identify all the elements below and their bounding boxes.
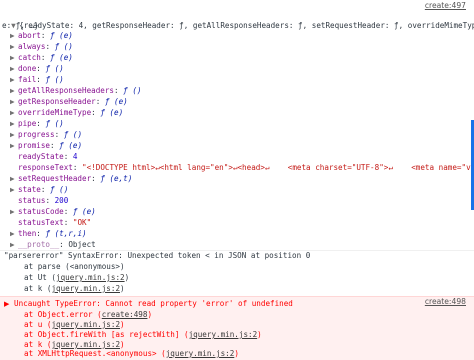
stack-link[interactable]: jquery.min.js:2 xyxy=(51,284,120,293)
prop-key: then xyxy=(18,229,37,238)
stack-frame: at XMLHttpRequest.<anonymous> (jquery.mi… xyxy=(24,349,239,358)
prop-key: __proto__ xyxy=(18,240,60,249)
stack-link[interactable]: jquery.min.js:2 xyxy=(166,349,235,358)
expand-triangle-icon[interactable]: ▶ xyxy=(10,119,18,129)
prop-row-statusText: statusText: "OK" xyxy=(18,218,92,227)
prop-key: setRequestHeader xyxy=(18,174,92,183)
error-expand-triangle-icon[interactable]: ▶ xyxy=(4,299,14,309)
prop-row-overrideMimeType[interactable]: ▶ overrideMimeType: ƒ (e) xyxy=(10,108,123,118)
prop-row-statusCode[interactable]: ▶ statusCode: ƒ (e) xyxy=(10,207,96,217)
expand-triangle-icon[interactable]: ▶ xyxy=(10,174,18,184)
object-summary-cont: e: ƒ, …} xyxy=(2,21,39,30)
prop-value: ƒ (e) xyxy=(50,31,73,40)
prop-key: responseText xyxy=(18,163,73,172)
error-header: ▶ Uncaught TypeError: Cannot read propert… xyxy=(4,299,293,309)
prop-key: fail xyxy=(18,75,37,84)
prop-row-getAllResponseHeaders[interactable]: ▶ getAllResponseHeaders: ƒ () xyxy=(10,86,141,96)
prop-value: ƒ () xyxy=(54,42,73,51)
prop-row-status: status: 200 xyxy=(18,196,69,205)
expand-triangle-icon[interactable]: ▶ xyxy=(10,240,18,250)
expand-triangle-icon[interactable]: ▶ xyxy=(10,64,18,74)
prop-value: Object xyxy=(68,240,96,249)
prop-row-abort[interactable]: ▶ abort: ƒ (e) xyxy=(10,31,73,41)
stack-frame: at k (jquery.min.js:2) xyxy=(24,284,125,293)
prop-value: ƒ () xyxy=(45,75,64,84)
prop-value: ƒ (e) xyxy=(100,108,124,117)
prop-key: statusCode xyxy=(18,207,64,216)
parse-error-header: "parsererror" SyntaxError: Unexpected to… xyxy=(4,251,311,260)
expand-triangle-icon[interactable]: ▶ xyxy=(10,130,18,140)
prop-value: ƒ (e,t) xyxy=(100,174,133,183)
prop-key: pipe xyxy=(18,119,37,128)
stack-frame: at u (jquery.min.js:2) xyxy=(24,320,125,329)
prop-row-state[interactable]: ▶ state: ƒ () xyxy=(10,185,68,195)
stack-frame: at parse (<anonymous>) xyxy=(24,262,125,271)
expand-triangle-icon[interactable]: ▶ xyxy=(10,86,18,96)
prop-row-responseText: responseText: "<!DOCTYPE html>↵<html lan… xyxy=(18,163,474,173)
prop-key: overrideMimeType xyxy=(18,108,92,117)
prop-key: getResponseHeader xyxy=(18,97,96,106)
expand-triangle-icon[interactable]: ▶ xyxy=(10,53,18,63)
prop-row-then[interactable]: ▶ then: ƒ (t,r,i) xyxy=(10,229,87,239)
prop-value: ƒ (t,r,i) xyxy=(45,229,87,238)
expand-triangle-icon[interactable]: ▶ xyxy=(10,108,18,118)
prop-value: 200 xyxy=(54,196,69,205)
stack-link[interactable]: jquery.min.js:2 xyxy=(51,320,120,329)
prop-key: always xyxy=(18,42,46,51)
prop-value: ƒ () xyxy=(63,130,83,139)
prop-value: ƒ (e) xyxy=(59,141,83,150)
expand-triangle-icon[interactable]: ▶ xyxy=(10,141,18,151)
prop-key: progress xyxy=(18,130,55,139)
prop-row-fail[interactable]: ▶ fail: ƒ () xyxy=(10,75,64,85)
prop-row-promise[interactable]: ▶ promise: ƒ (e) xyxy=(10,141,82,151)
expand-triangle-icon[interactable]: ▶ xyxy=(10,185,18,195)
error-source-link[interactable]: create:498 xyxy=(425,297,466,307)
expand-triangle-icon[interactable]: ▶ xyxy=(10,97,18,107)
prop-key: done xyxy=(18,64,37,73)
prop-value: ƒ () xyxy=(123,86,142,95)
stack-link[interactable]: create:498 xyxy=(102,310,148,319)
prop-row-pipe[interactable]: ▶ pipe: ƒ () xyxy=(10,119,64,129)
stack-link[interactable]: jquery.min.js:2 xyxy=(56,273,125,282)
prop-key: status xyxy=(18,196,46,205)
prop-value: ƒ () xyxy=(45,119,64,128)
prop-row-proto[interactable]: ▶ __proto__: Object xyxy=(10,240,96,250)
object-summary: {readyState: 4, getResponseHeader: ƒ, ge… xyxy=(19,21,474,30)
prop-key: abort xyxy=(18,31,41,40)
expand-triangle-icon[interactable]: ▶ xyxy=(10,42,18,52)
expand-triangle-icon[interactable]: ▶ xyxy=(10,207,18,217)
prop-value: 4 xyxy=(72,152,78,161)
object-summary-row[interactable]: ▼ {readyState: 4, getResponseHeader: ƒ, g… xyxy=(2,11,474,30)
stack-frame: at Ut (jquery.min.js:2) xyxy=(24,273,130,282)
expand-triangle-icon[interactable]: ▶ xyxy=(10,229,18,239)
stack-link[interactable]: jquery.min.js:2 xyxy=(51,340,120,349)
prop-row-readyState: readyState: 4 xyxy=(18,152,78,161)
stack-link[interactable]: jquery.min.js:2 xyxy=(189,330,258,339)
prop-row-getResponseHeader[interactable]: ▶ getResponseHeader: ƒ (e) xyxy=(10,97,128,107)
prop-value: "<!DOCTYPE html>↵<html lang="en">↵<head>… xyxy=(82,163,474,172)
prop-value: ƒ (e) xyxy=(50,53,73,62)
log-source-link[interactable]: create:497 xyxy=(425,1,466,11)
prop-key: readyState xyxy=(18,152,64,161)
prop-value: ƒ (e) xyxy=(72,207,96,216)
prop-key: catch xyxy=(18,53,41,62)
prop-value: ƒ () xyxy=(45,64,64,73)
prop-key: statusText xyxy=(18,218,64,227)
prop-row-done[interactable]: ▶ done: ƒ () xyxy=(10,64,64,74)
prop-key: getAllResponseHeaders xyxy=(18,86,115,95)
prop-key: promise xyxy=(18,141,51,150)
expand-triangle-icon[interactable]: ▶ xyxy=(10,75,18,85)
expand-triangle-icon[interactable]: ▶ xyxy=(10,31,18,41)
prop-value: ƒ (e) xyxy=(104,97,128,106)
prop-row-catch[interactable]: ▶ catch: ƒ (e) xyxy=(10,53,73,63)
prop-row-setRequestHeader[interactable]: ▶ setRequestHeader: ƒ (e,t) xyxy=(10,174,132,184)
prop-row-always[interactable]: ▶ always: ƒ () xyxy=(10,42,73,52)
prop-value: ƒ () xyxy=(50,185,69,194)
prop-value: "OK" xyxy=(72,218,92,227)
stack-frame: at Object.error (create:498) xyxy=(24,310,153,319)
prop-row-progress[interactable]: ▶ progress: ƒ () xyxy=(10,130,82,140)
prop-key: state xyxy=(18,185,41,194)
stack-frame: at Object.fireWith [as rejectWith] (jque… xyxy=(24,330,262,339)
